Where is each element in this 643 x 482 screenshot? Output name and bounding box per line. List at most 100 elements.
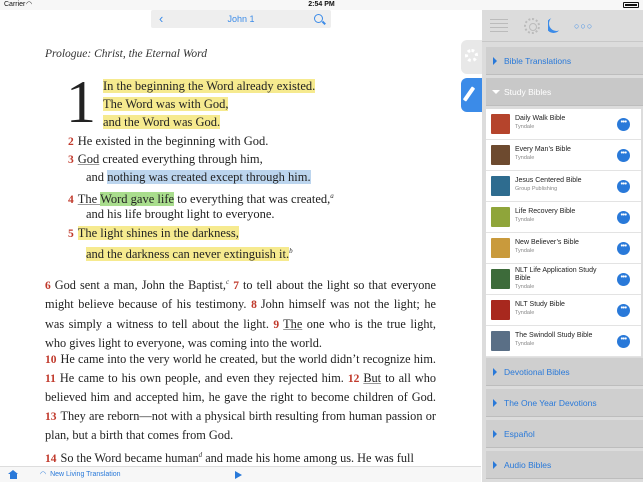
verse-text: The Word was with God, (103, 97, 229, 111)
verse-line[interactable]: and nothing was created except through h… (86, 168, 311, 186)
settings-tab[interactable] (461, 40, 482, 74)
verse-number: 13 (45, 410, 57, 423)
verse-text: and his life brought light to everyone. (86, 207, 275, 221)
verse-text: So the Word became human (60, 451, 199, 466)
battery-icon (623, 2, 639, 8)
moon-icon[interactable] (548, 16, 564, 34)
verse-number: 6 (45, 280, 51, 293)
verse-number: 7 (233, 280, 239, 293)
bible-publisher: Tyndale (515, 217, 535, 223)
section-label: Study Bibles (504, 87, 552, 97)
bible-list-item[interactable]: Daily Walk Bible Tyndale ••• (486, 109, 641, 140)
chevron-right-icon (493, 399, 497, 407)
verse-line[interactable]: 5 The light shines in the darkness, (68, 224, 239, 243)
book-cover (491, 269, 510, 289)
pen-icon (462, 86, 476, 102)
verse-text: created everything through him, (99, 152, 263, 166)
bible-list-item[interactable]: NLT Life Application Study Bible Tyndale •… (486, 264, 641, 295)
verse-number: 10 (45, 354, 57, 366)
play-icon[interactable] (235, 471, 242, 479)
more-icon[interactable]: ••• (617, 304, 630, 317)
paragraph[interactable]: 6 God sent a man, John the Baptist,c 7 to … (45, 273, 436, 352)
section-label: Español (504, 429, 535, 439)
bible-list-item[interactable]: Life Recovery Bible Tyndale ••• (486, 202, 641, 233)
verse-line[interactable]: and his life brought light to everyone. (86, 205, 275, 223)
translation-selector[interactable]: ◠ New Living Translation (40, 467, 121, 482)
status-time: 2:54 PM (308, 1, 335, 8)
chevron-down-icon (492, 90, 500, 94)
sun-icon[interactable] (524, 18, 540, 34)
verse-text: and the darkness can never extinguish it… (86, 247, 290, 262)
bible-title: Every Man’s Bible (515, 146, 571, 153)
footnote-marker[interactable]: a (330, 192, 334, 200)
verse-number: 9 (273, 318, 280, 331)
section-audio-bibles[interactable]: Audio Bibles (486, 451, 643, 479)
chevron-right-icon (493, 430, 497, 438)
bible-list-item[interactable]: The Swindoll Study Bible Tyndale ••• (486, 326, 641, 357)
verse-text: God sent a man, John the Baptist, (54, 278, 227, 293)
section-espanol[interactable]: Español (486, 420, 643, 448)
section-study-bibles[interactable]: Study Bibles (486, 78, 643, 106)
verse-number: 12 (347, 373, 360, 386)
bible-publisher: Tyndale (515, 124, 535, 130)
section-devotional-bibles[interactable]: Devotional Bibles (486, 358, 643, 386)
more-icon[interactable]: ••• (617, 149, 630, 162)
book-cover (491, 207, 510, 227)
verse-number: 11 (45, 373, 56, 386)
verse-line[interactable]: 3 God created everything through him, (68, 150, 263, 169)
verse-number: 5 (68, 228, 74, 240)
bottom-toolbar: ◠ New Living Translation (0, 466, 481, 482)
book-cover (491, 238, 510, 258)
bible-list-item[interactable]: Every Man’s Bible Tyndale ••• (486, 140, 641, 171)
gear-icon (465, 49, 478, 62)
section-label: Audio Bibles (504, 460, 552, 470)
chevron-right-icon (493, 461, 497, 469)
status-bar: Carrier ◠ 2:54 PM (0, 0, 643, 10)
bible-title: NLT Life Application Study Bible (515, 267, 597, 282)
verse-line[interactable]: In the beginning the Word already existe… (103, 77, 316, 95)
paragraph[interactable]: 14 So the Word became humand and made his… (45, 446, 436, 468)
verse-line[interactable]: and the Word was God. (103, 113, 221, 131)
verse-text: The (283, 316, 303, 331)
bible-publisher: Tyndale (515, 310, 535, 316)
more-icon[interactable]: ••• (617, 273, 630, 286)
notes-tab[interactable] (461, 78, 482, 112)
section-one-year-devotions[interactable]: The One Year Devotions (486, 389, 643, 417)
section-label: Bible Translations (504, 56, 572, 66)
search-icon[interactable] (314, 14, 323, 23)
more-icon[interactable]: ○○○ (574, 22, 593, 31)
section-bible-translations[interactable]: Bible Translations (486, 47, 643, 75)
more-icon[interactable]: ••• (617, 242, 630, 255)
bible-publisher: Tyndale (515, 284, 535, 290)
more-icon[interactable]: ••• (617, 118, 630, 131)
footnote-marker[interactable]: b (289, 247, 293, 255)
bible-list-item[interactable]: Jesus Centered Bible Group Publishing ••• (486, 171, 641, 202)
verse-line[interactable]: and the darkness can never extinguish it… (86, 242, 293, 263)
wifi-icon: ◠ (40, 471, 47, 478)
verse-line[interactable]: 2 He existed in the beginning with God. (68, 132, 268, 151)
footnote-marker[interactable]: c (226, 278, 229, 286)
verse-line[interactable]: The Word was with God, (103, 95, 229, 113)
verse-number: 4 (68, 194, 74, 207)
more-icon[interactable]: ••• (617, 335, 630, 348)
chevron-right-icon (493, 368, 497, 376)
bible-list-item[interactable]: New Believer’s Bible Tyndale ••• (486, 233, 641, 264)
bible-list-item[interactable]: NLT Study Bible Tyndale ••• (486, 295, 641, 326)
more-icon[interactable]: ••• (617, 211, 630, 224)
home-icon[interactable] (8, 470, 18, 479)
verse-text: But (363, 371, 382, 386)
chapter-number: 1 (66, 69, 96, 135)
study-bible-list: Daily Walk Bible Tyndale ••• Every Man’s Bi… (486, 109, 641, 357)
bible-publisher: Tyndale (515, 341, 535, 347)
book-cover (491, 176, 510, 196)
paragraph[interactable]: 10 He came into the very world he created… (45, 350, 436, 444)
menu-icon[interactable] (490, 19, 508, 33)
section-label: The One Year Devotions (504, 398, 597, 408)
footnote-marker[interactable]: d (199, 451, 203, 459)
reference-button[interactable]: John 1 (151, 10, 331, 28)
verse-number: 2 (68, 136, 74, 148)
more-icon[interactable]: ••• (617, 180, 630, 193)
book-cover (491, 114, 510, 134)
bible-title: Life Recovery Bible (515, 208, 576, 215)
bible-publisher: Tyndale (515, 248, 535, 254)
